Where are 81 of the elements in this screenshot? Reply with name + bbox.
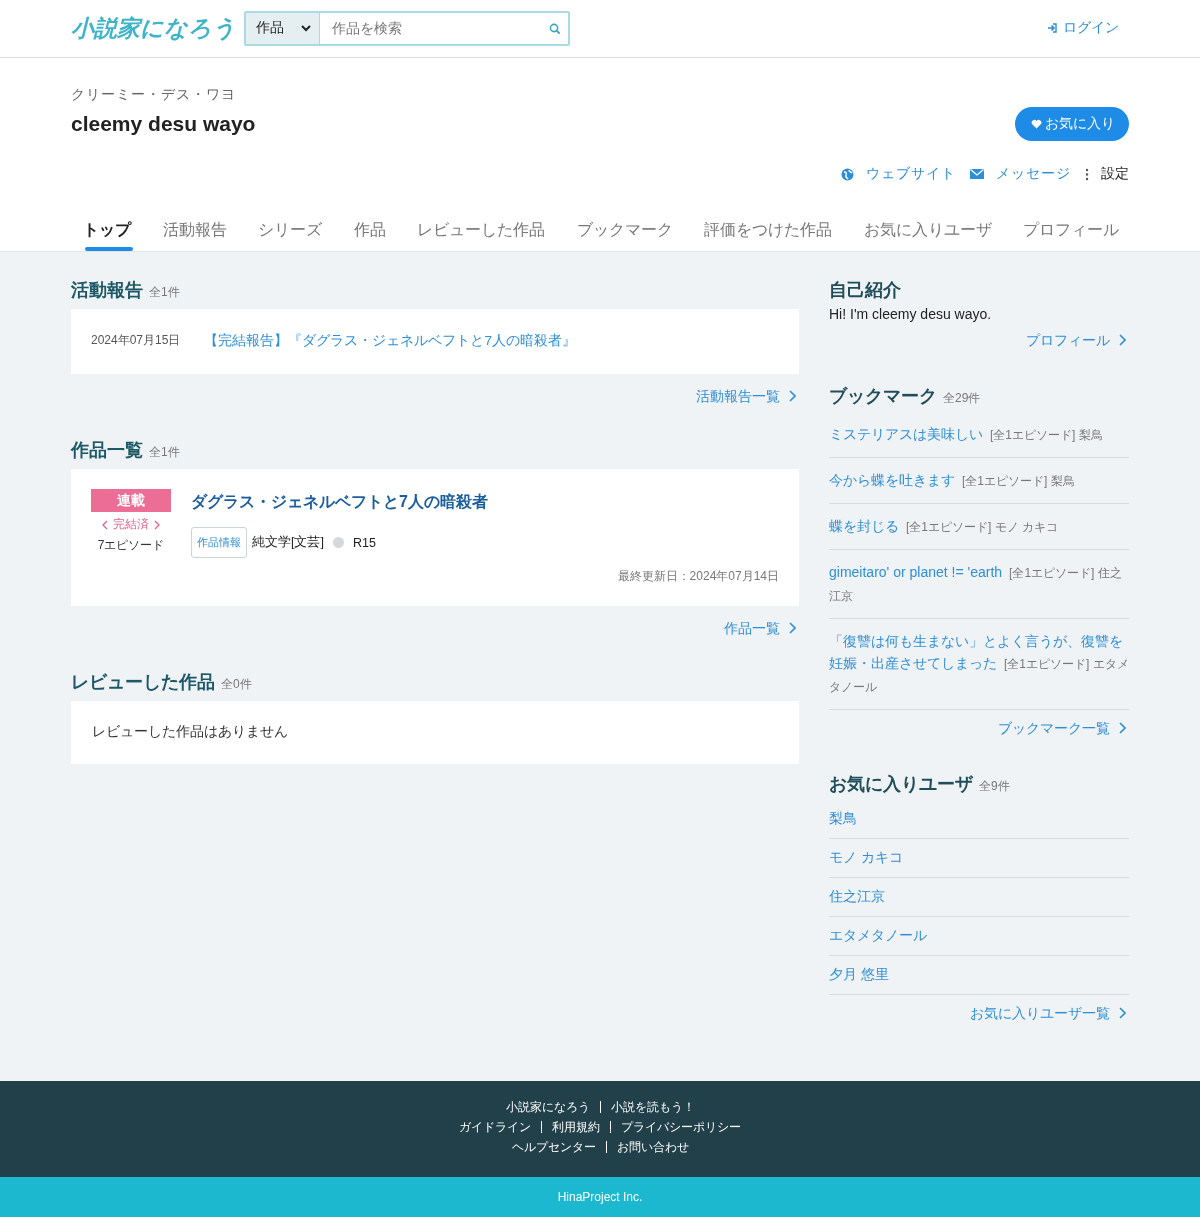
scope-select[interactable]: 作品 — [246, 12, 320, 44]
dropdown-caret-icon — [301, 24, 311, 32]
post-date: 2024年07月15日 — [91, 332, 181, 349]
globe-icon — [841, 167, 854, 181]
user-link[interactable]: 梨鳥 — [829, 810, 857, 826]
tab[interactable]: ブックマーク — [576, 212, 673, 251]
settings-link[interactable]: 設定 — [1085, 165, 1129, 183]
tab[interactable]: 評価をつけた作品 — [704, 212, 832, 251]
name-reading: クリーミー・デス・ワヨ — [71, 86, 237, 104]
chevron-right-icon — [788, 622, 796, 634]
activity-link[interactable]: 【完結報告】『ダグラス・ジェネルベフトと7人の暗殺者』 — [204, 332, 576, 350]
work-title-link[interactable]: ダグラス・ジェネルベフトと7人の暗殺者 — [191, 492, 488, 513]
intro-text: Hi! I'm cleemy desu wayo. — [829, 306, 993, 322]
message-link[interactable]: メッセージ — [970, 165, 1071, 183]
footer-link[interactable]: ヘルプセンター — [501, 1141, 606, 1153]
section-title: 活動報告 — [71, 279, 143, 302]
dot-icon — [332, 537, 344, 548]
bookmark-item[interactable]: gimeitaro' or planet != 'earth [全1エピソード] 住之江京 — [829, 550, 1129, 619]
chevron-right-icon — [154, 519, 160, 530]
updated-date: 最終更新日：2024年07月14日 — [617, 568, 779, 585]
copyright-text: HinaProject Inc. — [557, 1190, 643, 1204]
section-title: お気に入りユーザ — [829, 773, 973, 796]
footer-link[interactable]: 小説を読もう！ — [599, 1101, 705, 1113]
section-title: レビューした作品 — [71, 671, 215, 694]
more-link[interactable]: お気に入りユーザ一覧 — [970, 1005, 1126, 1023]
tab[interactable]: プロフィール — [1023, 212, 1119, 251]
empty-message: レビューした作品はありません — [71, 701, 799, 764]
more-link[interactable]: プロフィール — [1026, 332, 1126, 350]
chevron-right-icon — [788, 390, 796, 402]
search-field[interactable]: 作品を検索 — [330, 19, 549, 37]
footer-link[interactable]: お問い合わせ — [605, 1141, 699, 1153]
user-name: cleemy desu wayo — [71, 112, 256, 136]
tab[interactable]: 活動報告 — [162, 212, 227, 251]
section-title: 自己紹介 — [829, 279, 901, 302]
site-logo[interactable]: 小説家になろう — [71, 12, 244, 44]
search-icon — [549, 22, 560, 34]
more-link[interactable]: 作品一覧 — [724, 620, 796, 638]
heart-icon — [1031, 119, 1042, 129]
user-link[interactable]: モノ カキコ — [829, 849, 903, 865]
footer-link[interactable]: 小説家になろう — [495, 1101, 600, 1113]
favorite-button[interactable]: お気に入り — [1015, 107, 1129, 141]
login-link[interactable]: ログイン — [1047, 19, 1119, 37]
footer-link[interactable]: ガイドライン — [449, 1121, 541, 1133]
serial-badge: 連載 — [91, 489, 171, 512]
item-count: 全29件 — [943, 390, 981, 407]
section-title: 作品一覧 — [71, 439, 143, 462]
website-link[interactable]: ウェブサイト — [841, 165, 956, 183]
login-icon — [1047, 23, 1057, 33]
more-vertical-icon — [1085, 167, 1089, 181]
status-label: 完結済 — [102, 517, 160, 532]
section-title: ブックマーク — [829, 385, 937, 408]
tab[interactable]: シリーズ — [258, 212, 322, 251]
footer-link[interactable]: 利用規約 — [541, 1121, 610, 1133]
tab[interactable]: お気に入りユーザ — [863, 212, 992, 251]
item-count: 全0件 — [221, 676, 252, 693]
chevron-left-icon — [102, 519, 108, 530]
bookmark-item[interactable]: 「復讐は何も生まない」とよく言うが、復讐を妊娠・出産させてしまった [全1エピソード] エタメタノール — [829, 619, 1129, 710]
episode-count: 7エピソード — [97, 537, 165, 554]
search-bar[interactable]: 作品 作品を検索 — [244, 10, 570, 46]
chevron-right-icon — [1118, 334, 1126, 346]
tab[interactable]: トップ — [83, 212, 131, 251]
chevron-right-icon — [1118, 722, 1126, 734]
envelope-icon — [970, 169, 984, 179]
user-link[interactable]: 夕月 悠里 — [829, 966, 889, 982]
more-link[interactable]: ブックマーク一覧 — [998, 720, 1126, 738]
item-count: 全1件 — [149, 284, 180, 301]
item-count: 全1件 — [149, 444, 180, 461]
bookmark-item[interactable]: ミステリアスは美味しい [全1エピソード] 梨鳥 — [829, 412, 1129, 458]
chevron-right-icon — [1118, 1007, 1126, 1019]
rating-label: R15 — [352, 535, 376, 550]
work-info-button[interactable]: 作品情報 — [191, 527, 247, 558]
user-link[interactable]: エタメタノール — [829, 927, 927, 943]
more-link[interactable]: 活動報告一覧 — [696, 388, 796, 406]
bookmark-item[interactable]: 今から蝶を吐きます [全1エピソード] 梨鳥 — [829, 458, 1129, 504]
tab[interactable]: 作品 — [353, 212, 386, 251]
user-link[interactable]: 住之江京 — [829, 888, 885, 904]
tab[interactable]: レビューした作品 — [417, 212, 545, 251]
bookmark-item[interactable]: 蝶を封じる [全1エピソード] モノ カキコ — [829, 504, 1129, 550]
footer-link[interactable]: プライバシーポリシー — [610, 1121, 751, 1133]
item-count: 全9件 — [979, 778, 1010, 795]
genre-label: 純文学[文芸] — [252, 534, 324, 551]
